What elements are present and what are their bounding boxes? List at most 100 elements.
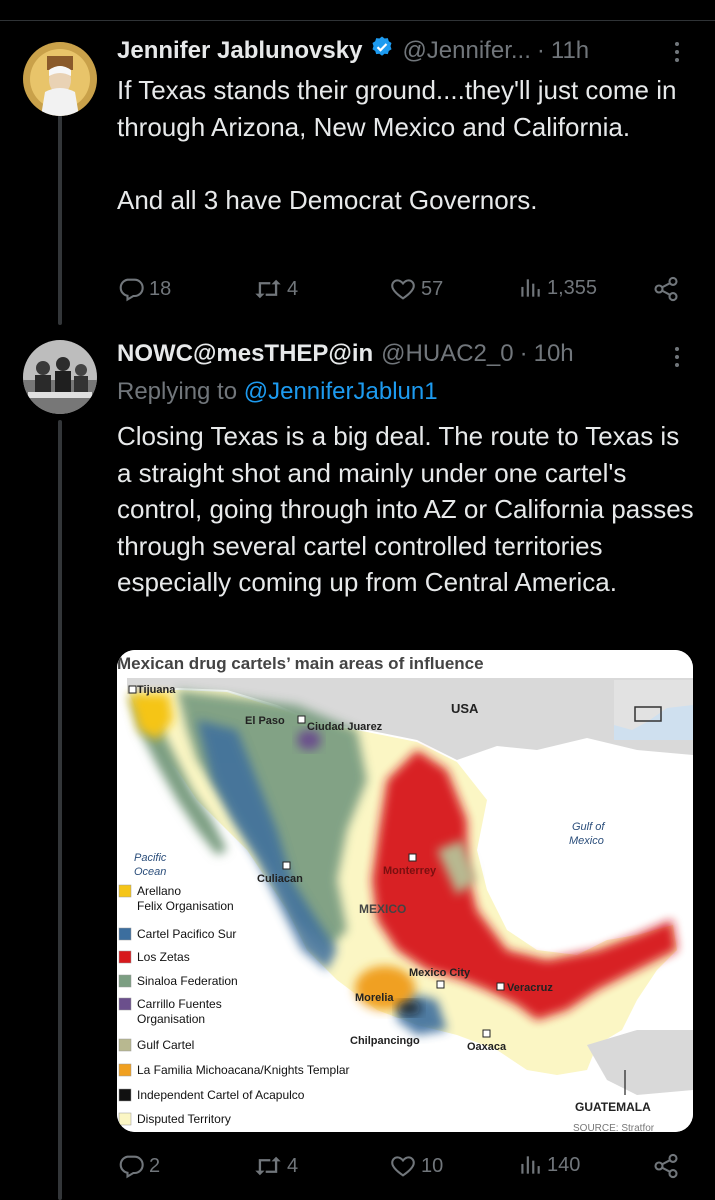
timestamp[interactable]: 10h [534, 340, 574, 368]
label-veracruz: Veracruz [507, 982, 553, 994]
verified-badge-icon [370, 35, 394, 66]
city-marker [128, 685, 137, 694]
label-source: SOURCE: Stratfor [573, 1123, 655, 1132]
city-marker [482, 1029, 491, 1038]
label-monterrey: Monterrey [383, 865, 437, 877]
separator-dot: · [519, 340, 528, 367]
city-marker [496, 982, 505, 991]
label-el-paso: El Paso [245, 715, 285, 727]
legend-swatch [118, 927, 132, 941]
timestamp[interactable]: 11h [551, 37, 589, 65]
view-count: 1,355 [547, 276, 598, 299]
tweet-text: If Texas stands their ground....they'll … [117, 75, 677, 215]
tweet-header: Jennifer Jablunovsky @Jennifer... · 11h [117, 35, 589, 66]
label-mexico: MEXICO [359, 902, 406, 916]
display-name[interactable]: NOWC@mesTHEP@in [117, 340, 373, 368]
legend-label: Cartel Pacifico Sur [137, 927, 236, 941]
label-pacific-1: Pacific [134, 852, 167, 864]
tweet-actions: 18 4 57 1,355 [117, 275, 692, 305]
retweet-count: 4 [287, 277, 299, 300]
label-mexico-city: Mexico City [409, 967, 471, 979]
top-divider [0, 20, 715, 21]
share-button[interactable] [652, 1152, 684, 1180]
retweet-icon [255, 279, 281, 299]
legend-label: Carrillo Fuentes [137, 997, 222, 1011]
retweet-button[interactable]: 4 [253, 275, 298, 303]
legend-swatch [118, 1038, 132, 1052]
heart-icon [391, 279, 415, 300]
tweet-image[interactable]: Mexican drug cartels’ main areas of infl… [117, 650, 693, 1132]
legend-swatch [118, 974, 132, 988]
reply-count: 18 [149, 277, 172, 300]
replying-to-label: Replying to [117, 378, 244, 405]
tweet-header: NOWC@mesTHEP@in @HUAC2_0 · 10h [117, 340, 574, 368]
like-button[interactable]: 57 [389, 275, 443, 303]
like-button[interactable]: 10 [389, 1152, 443, 1180]
handle[interactable]: @Jennifer... [402, 37, 530, 65]
label-oaxaca: Oaxaca [467, 1041, 507, 1053]
more-options-icon[interactable] [673, 347, 681, 371]
reply-button[interactable]: 18 [117, 275, 171, 303]
city-marker [436, 980, 445, 989]
reply-count: 2 [149, 1154, 161, 1177]
retweet-count: 4 [287, 1154, 299, 1177]
legend-swatch [118, 884, 132, 898]
retweet-icon [255, 1156, 281, 1176]
reply-button[interactable]: 2 [117, 1152, 160, 1180]
tweet-actions: 2 4 10 140 [117, 1152, 692, 1182]
retweet-button[interactable]: 4 [253, 1152, 298, 1180]
like-count: 10 [421, 1154, 444, 1177]
views-button[interactable]: 140 [517, 1152, 580, 1178]
legend-label: Gulf Cartel [137, 1038, 194, 1052]
reply-icon [119, 1155, 144, 1179]
city-marker [297, 715, 306, 724]
avatar[interactable] [23, 340, 97, 414]
views-icon [521, 1156, 540, 1174]
label-culiacan: Culiacan [257, 873, 303, 885]
label-tijuana: Tijuana [137, 684, 176, 696]
city-marker [408, 853, 417, 862]
legend-label: Disputed Territory [137, 1112, 231, 1126]
label-gulf-1: Gulf of [572, 821, 605, 833]
legend-label: Felix Organisation [137, 899, 234, 913]
legend-swatch [118, 1088, 132, 1102]
map-title: Mexican drug cartels’ main areas of infl… [117, 654, 484, 673]
label-pacific-2: Ocean [134, 866, 166, 878]
legend-swatch [118, 1063, 132, 1077]
avatar[interactable] [23, 42, 97, 116]
display-name[interactable]: Jennifer Jablunovsky [117, 37, 362, 65]
views-icon [521, 279, 540, 297]
legend-label: Arellano [137, 884, 181, 898]
legend-label: La Familia Michoacana/Knights Templar [137, 1063, 350, 1077]
label-morelia: Morelia [355, 992, 394, 1004]
separator-dot: · [536, 36, 545, 64]
more-options-icon[interactable] [673, 42, 681, 66]
legend-label: Organisation [137, 1012, 205, 1026]
replying-to: Replying to @JenniferJablun1 [117, 378, 438, 406]
heart-icon [391, 1156, 415, 1177]
thread-line-top [58, 115, 62, 325]
label-usa: USA [451, 701, 479, 716]
legend-label: Independent Cartel of Acapulco [137, 1088, 305, 1102]
share-icon [654, 276, 678, 302]
replying-to-link[interactable]: @JenniferJablun1 [244, 378, 438, 405]
legend-swatch [118, 950, 132, 964]
reply-icon [119, 278, 144, 302]
label-gulf-2: Mexico [569, 835, 604, 847]
share-icon [654, 1153, 678, 1179]
label-ciudad-juarez: Ciudad Juarez [307, 721, 383, 733]
legend-label: Los Zetas [137, 950, 190, 964]
label-guatemala: GUATEMALA [575, 1100, 651, 1114]
views-button[interactable]: 1,355 [517, 275, 597, 301]
legend-swatch [118, 997, 132, 1011]
handle[interactable]: @HUAC2_0 [381, 340, 513, 368]
like-count: 57 [421, 277, 444, 300]
label-chilpancingo: Chilpancingo [350, 1035, 420, 1047]
share-button[interactable] [652, 275, 684, 303]
city-marker [282, 861, 291, 870]
tweet-text: Closing Texas is a big deal. The route t… [117, 421, 701, 597]
legend-swatch [118, 1112, 132, 1126]
view-count: 140 [547, 1153, 581, 1176]
legend-label: Sinaloa Federation [137, 974, 238, 988]
thread-line-bottom [58, 420, 62, 1200]
